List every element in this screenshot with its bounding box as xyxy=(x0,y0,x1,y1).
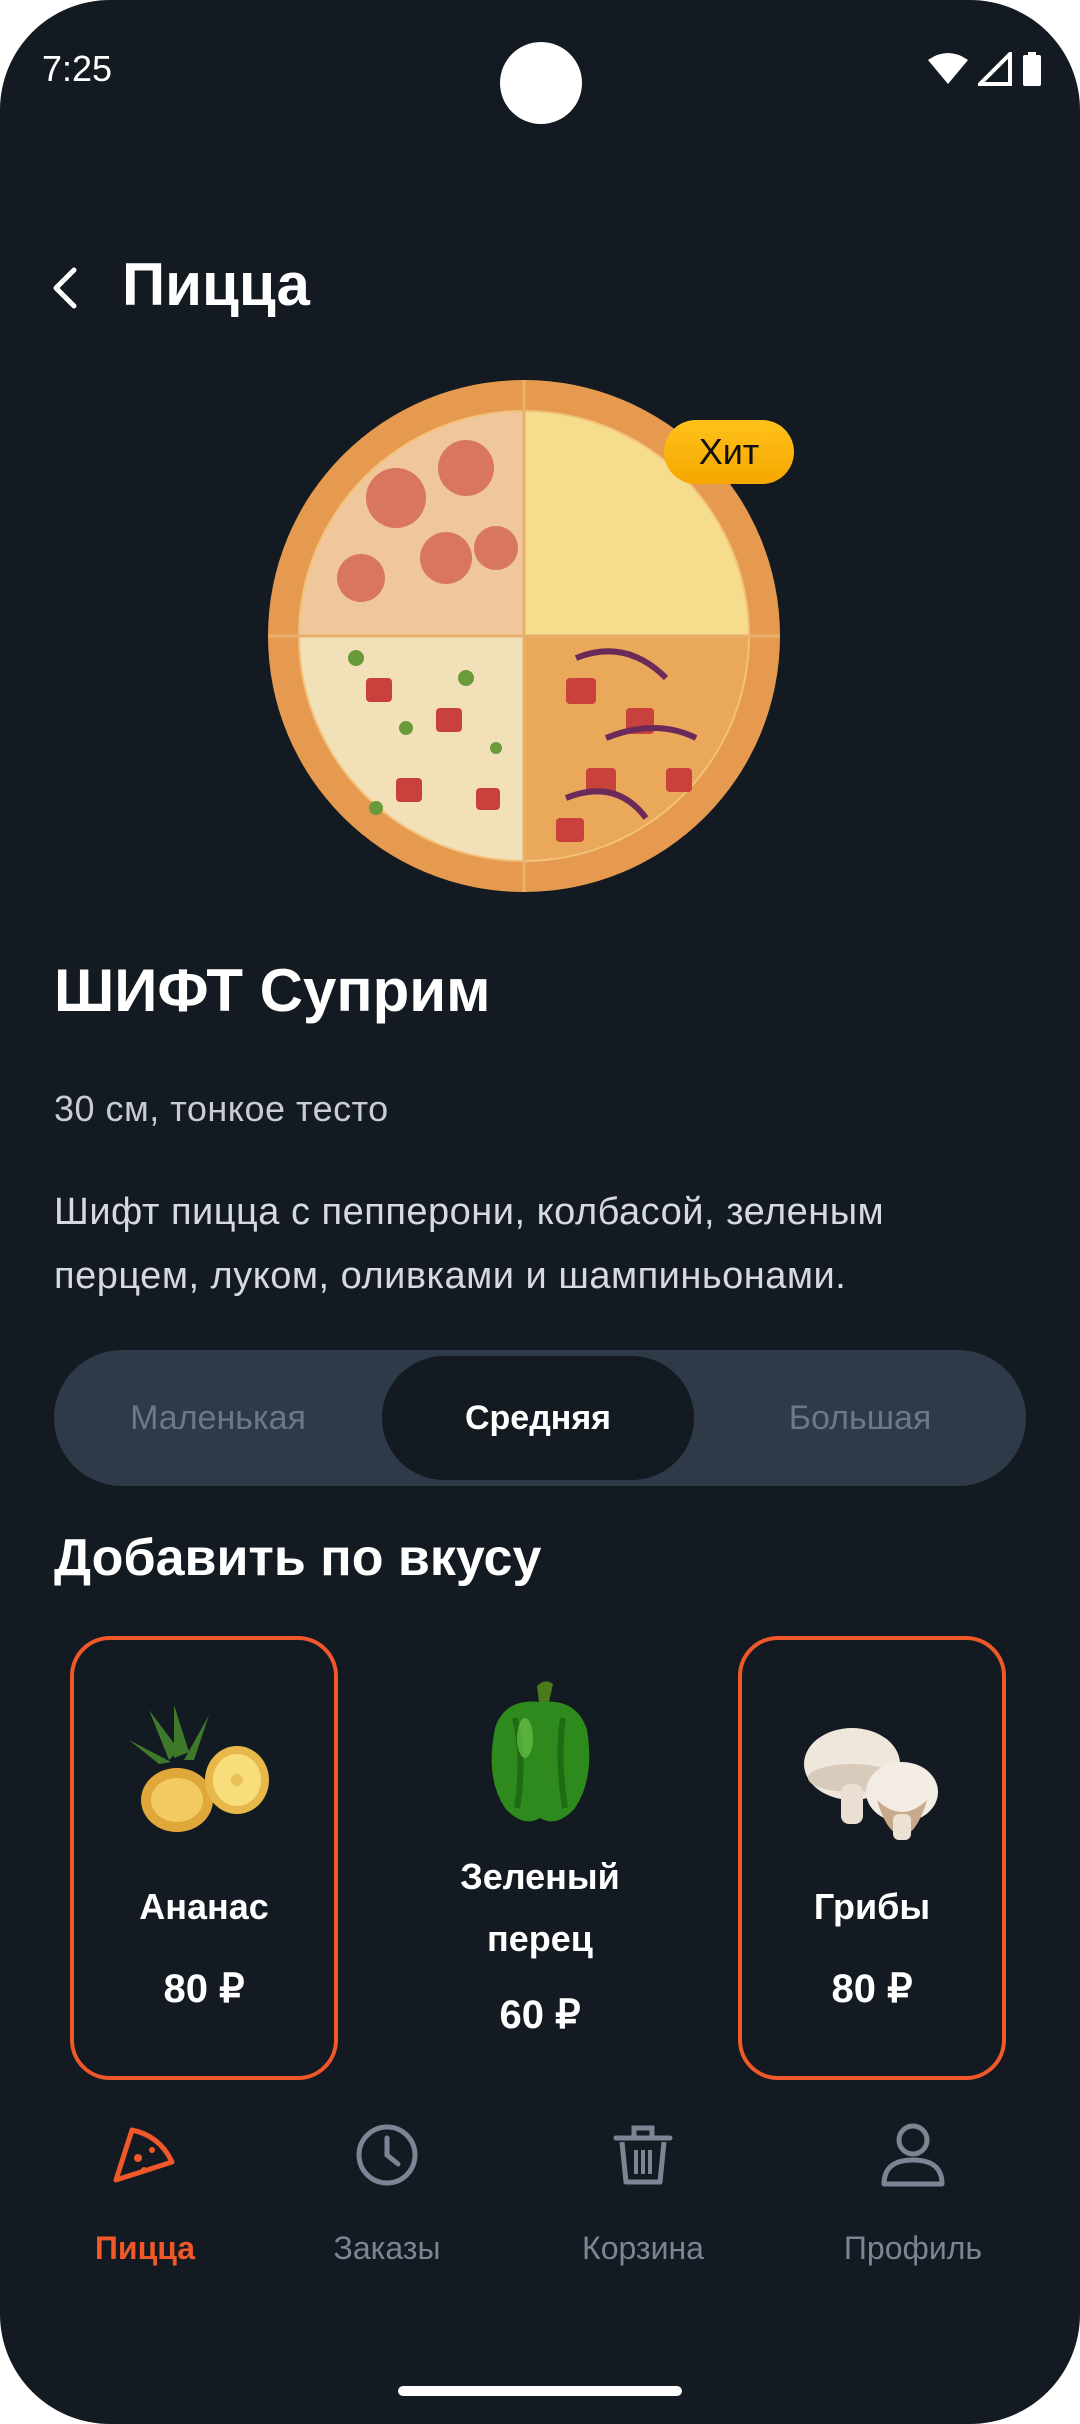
app-screen: 7:25 Пицца Хит ШИФТ Суприм 30 см, тонкое… xyxy=(0,0,1080,2424)
nav-item-profile[interactable]: Профиль xyxy=(778,2120,1048,2320)
page-title: Пицца xyxy=(122,251,310,318)
signal-icon xyxy=(978,52,1012,86)
size-option-small[interactable]: Маленькая xyxy=(54,1350,382,1486)
hit-badge: Хит xyxy=(664,420,794,484)
camera-cutout xyxy=(500,42,582,124)
bottom-nav: Пицца Заказы Корзина Профиль xyxy=(0,2120,1080,2320)
home-indicator[interactable] xyxy=(398,2386,682,2396)
mushroom-icon xyxy=(804,1728,938,1840)
wifi-icon xyxy=(928,53,968,84)
status-icons xyxy=(928,52,1042,86)
pizza-icon xyxy=(113,2127,175,2183)
nav-label: Заказы xyxy=(333,2230,441,2266)
nav-label: Корзина xyxy=(582,2230,704,2266)
topping-name: Зеленый перец xyxy=(460,1856,620,1959)
topping-name: Грибы xyxy=(813,1886,931,1927)
clock-icon xyxy=(356,2124,418,2186)
battery-icon xyxy=(1023,52,1041,86)
green-pepper-icon xyxy=(491,1681,590,1822)
back-arrow-icon[interactable] xyxy=(42,258,90,318)
nav-label: Пицца xyxy=(94,2230,196,2266)
toppings-title: Добавить по вкусу xyxy=(54,1529,542,1587)
trash-icon xyxy=(613,2125,673,2185)
product-size-info: 30 см, тонкое тесто xyxy=(54,1088,389,1129)
product-description: Шифт пицца с пепперони, колбасой, зелены… xyxy=(54,1191,885,1297)
topping-card-green-pepper[interactable]: Зеленый перец 60 ₽ xyxy=(406,1636,674,2080)
pineapple-icon xyxy=(129,1705,269,1832)
nav-label: Профиль xyxy=(843,2230,983,2266)
size-selector: Маленькая Средняя Большая xyxy=(54,1350,1026,1486)
nav-item-cart[interactable]: Корзина xyxy=(508,2120,778,2320)
size-option-medium[interactable]: Средняя xyxy=(382,1356,694,1480)
size-option-large[interactable]: Большая xyxy=(694,1350,1026,1486)
topping-name: Ананас xyxy=(139,1886,269,1927)
topping-card-mushrooms[interactable]: Грибы 80 ₽ xyxy=(738,1636,1006,2080)
nav-item-pizza[interactable]: Пицца xyxy=(10,2120,280,2320)
topping-price: 80 ₽ xyxy=(163,1967,245,2011)
user-icon xyxy=(881,2123,945,2187)
status-time: 7:25 xyxy=(42,48,113,89)
topping-price: 60 ₽ xyxy=(499,1993,581,2037)
topping-price: 80 ₽ xyxy=(831,1967,913,2011)
product-name: ШИФТ Суприм xyxy=(54,957,491,1024)
topping-card-pineapple[interactable]: Ананас 80 ₽ xyxy=(70,1636,338,2080)
nav-item-orders[interactable]: Заказы xyxy=(252,2120,522,2320)
